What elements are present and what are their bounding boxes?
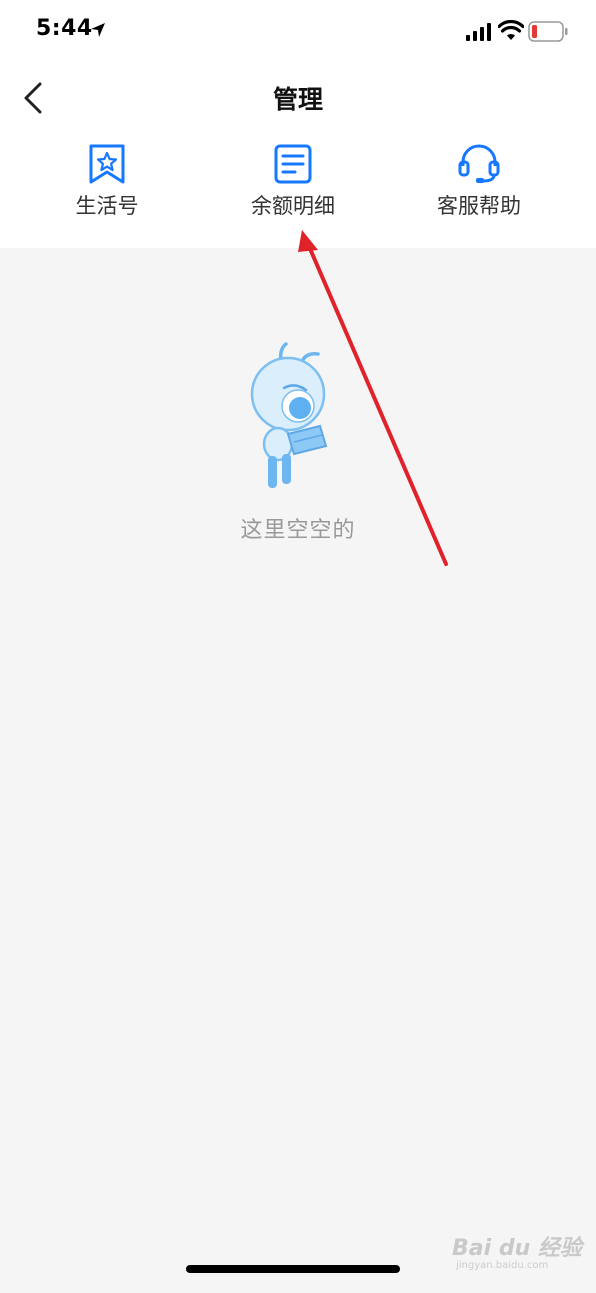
page-title: 管理: [272, 85, 323, 114]
document-list-icon: [274, 144, 312, 184]
empty-state-text: 这里空空的: [240, 518, 356, 543]
watermark: Bai du 经验 jingyan.baidu.com: [452, 1230, 582, 1278]
location-arrow-icon: [91, 23, 105, 37]
life-account-button[interactable]: 生活号: [12, 138, 202, 228]
life-account-label: 生活号: [75, 194, 139, 218]
content-area: 这里空空的: [0, 248, 596, 1293]
quick-actions: 生活号 余额明细 客服帮助: [0, 134, 596, 248]
balance-details-button[interactable]: 余额明细: [198, 138, 388, 228]
wifi-icon: [498, 20, 524, 40]
battery-low-icon: [528, 21, 568, 42]
watermark-brand: Bai du 经验: [452, 1236, 582, 1261]
cellular-signal-icon: [466, 23, 491, 41]
watermark-url: jingyan.baidu.com: [456, 1260, 549, 1271]
bookmark-star-icon: [89, 144, 125, 184]
customer-service-button[interactable]: 客服帮助: [384, 138, 574, 228]
customer-service-label: 客服帮助: [437, 194, 521, 218]
home-indicator[interactable]: [186, 1265, 400, 1273]
status-bar: 5:44: [0, 0, 596, 62]
headset-icon: [458, 144, 500, 183]
ant-mascot-reading-icon: [250, 342, 328, 488]
nav-bar: 管理: [0, 62, 596, 134]
balance-details-label: 余额明细: [251, 194, 335, 218]
status-time: 5:44: [36, 16, 93, 41]
